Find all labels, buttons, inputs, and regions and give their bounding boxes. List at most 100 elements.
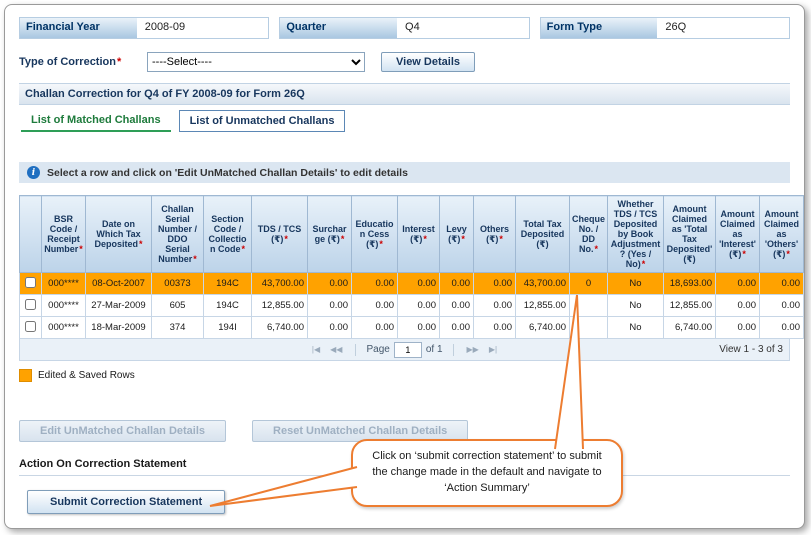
info-icon: i [27, 166, 40, 179]
column-header: Amount Claimed as 'Others' (₹)* [759, 195, 804, 273]
filters-bar: Financial Year 2008-09 Quarter Q4 Form T… [19, 17, 790, 39]
challan-cell: 0.00 [307, 272, 352, 295]
challan-cell: 0.00 [715, 294, 760, 317]
challan-cell [569, 316, 608, 339]
edited-row-color-swatch [19, 369, 32, 382]
challan-cell: 43,700.00 [251, 272, 308, 295]
financial-year-field: Financial Year 2008-09 [19, 17, 270, 39]
column-header: Amount Claimed as 'Interest' (₹)* [715, 195, 760, 273]
challan-cell: 0.00 [439, 272, 474, 295]
challan-cell: 0.00 [473, 294, 516, 317]
info-text: Select a row and click on 'Edit UnMatche… [47, 166, 408, 179]
legend-text: Edited & Saved Rows [38, 370, 135, 381]
edit-unmatched-challan-button[interactable]: Edit UnMatched Challan Details [19, 420, 227, 442]
type-of-correction-text: Type of Correction [19, 56, 116, 68]
challan-cell: 0.00 [397, 294, 440, 317]
type-of-correction-select[interactable]: ----Select---- [147, 52, 365, 72]
challan-cell: No [607, 272, 664, 295]
challan-tabs: List of Matched Challans List of Unmatch… [19, 108, 790, 132]
challan-cell: 0.00 [759, 316, 804, 339]
type-of-correction-label: Type of Correction* [19, 56, 137, 68]
challan-cell: 0.00 [397, 316, 440, 339]
column-header: Challan Serial Number / DDO Serial Numbe… [151, 195, 204, 273]
column-header: Education Cess (₹)* [351, 195, 398, 273]
tab-matched-challans[interactable]: List of Matched Challans [21, 110, 171, 132]
challan-cell: 0.00 [715, 316, 760, 339]
pager-next-icon[interactable]: ▶▶ [464, 345, 482, 354]
pager-page-input[interactable] [393, 341, 422, 358]
challan-cell: 08-Oct-2007 [85, 272, 152, 295]
challan-row[interactable]: 000**** 08-Oct-2007 00373 194C 43,700.00 0.00… [19, 272, 804, 295]
challan-cell: 18,693.00 [663, 272, 716, 295]
challan-correction-page: Financial Year 2008-09 Quarter Q4 Form T… [4, 4, 805, 529]
challan-row[interactable]: 000**** 18-Mar-2009 374 194I 6,740.00 0.00 0.0… [19, 316, 804, 339]
challan-cell: 18-Mar-2009 [85, 316, 152, 339]
challan-cell: 6,740.00 [251, 316, 308, 339]
column-header: BSR Code / Receipt Number* [41, 195, 86, 273]
pager-prev-icon[interactable]: ◀◀ [327, 345, 345, 354]
callout-bubble: Click on ‘submit correction statement’ t… [351, 439, 623, 507]
submit-correction-statement-button[interactable]: Submit Correction Statement [27, 490, 226, 514]
view-details-button[interactable]: View Details [381, 52, 475, 72]
row-select-cell [19, 272, 42, 295]
challan-cell: 000**** [41, 294, 86, 317]
pager-last-icon[interactable]: ▶| [486, 345, 500, 354]
challan-cell: 00373 [151, 272, 204, 295]
pager-of-label: of 1 [425, 344, 443, 355]
tab-unmatched-challans[interactable]: List of Unmatched Challans [178, 110, 346, 132]
pager-separator [355, 343, 357, 356]
pager-separator [452, 343, 454, 356]
challan-cell: 0.00 [715, 272, 760, 295]
challan-cell: No [607, 294, 664, 317]
challan-row[interactable]: 000**** 27-Mar-2009 605 194C 12,855.00 0.00 0.… [19, 294, 804, 317]
challan-cell: 0.00 [351, 316, 398, 339]
challan-cell: 0.00 [759, 294, 804, 317]
column-header: Total Tax Deposited (₹) [515, 195, 570, 273]
challan-cell: 0.00 [351, 294, 398, 317]
row-checkbox[interactable] [25, 298, 36, 310]
edited-rows-legend: Edited & Saved Rows [19, 369, 790, 382]
row-select-cell [19, 316, 42, 339]
column-header: Others (₹)* [473, 195, 516, 273]
select-column-header [19, 195, 42, 273]
unmatched-challans-table: BSR Code / Receipt Number* Date on Which … [19, 195, 804, 339]
pager-view-count: View 1 - 3 of 3 [719, 344, 783, 355]
financial-year-value: 2008-09 [136, 18, 269, 38]
pager-page-label: Page [366, 344, 390, 355]
challan-cell: 374 [151, 316, 204, 339]
column-header: Whether TDS / TCS Deposited by Book Adju… [607, 195, 664, 273]
column-header: Interest (₹)* [397, 195, 440, 273]
column-header: Date on Which Tax Deposited* [85, 195, 152, 273]
challan-cell: 0.00 [759, 272, 804, 295]
challan-cell: 0.00 [473, 272, 516, 295]
challan-cell: 0 [569, 272, 608, 295]
form-type-field: Form Type 26Q [539, 17, 790, 39]
challan-cell: 12,855.00 [251, 294, 308, 317]
challan-cell: 0.00 [397, 272, 440, 295]
quarter-value: Q4 [397, 18, 529, 38]
table-body: 000**** 08-Oct-2007 00373 194C 43,700.00 0.00… [19, 272, 804, 339]
challan-cell: 0.00 [351, 272, 398, 295]
column-header: Surcharge (₹)* [307, 195, 352, 273]
column-header: Levy (₹)* [439, 195, 474, 273]
form-type-label: Form Type [540, 18, 658, 38]
info-bar: i Select a row and click on 'Edit UnMatc… [19, 162, 790, 183]
row-checkbox[interactable] [25, 320, 36, 332]
challan-cell: 43,700.00 [515, 272, 570, 295]
row-select-cell [19, 294, 42, 317]
challan-cell: 0.00 [473, 316, 516, 339]
challan-cell: 000**** [41, 316, 86, 339]
pager-first-icon[interactable]: |◀ [309, 345, 323, 354]
row-checkbox[interactable] [25, 276, 36, 288]
form-type-value: 26Q [657, 18, 789, 38]
column-header: Cheque No. / DD No.* [569, 195, 608, 273]
challan-cell: 0.00 [439, 294, 474, 317]
table-header-row: BSR Code / Receipt Number* Date on Which … [19, 195, 804, 273]
table-pager: |◀ ◀◀ Page of 1 ▶▶ ▶| View 1 - 3 of 3 [19, 339, 790, 361]
challan-cell: 194I [203, 316, 252, 339]
column-header: Amount Claimed as 'Total Tax Deposited' … [663, 195, 716, 273]
column-header: TDS / TCS (₹)* [251, 195, 308, 273]
financial-year-label: Financial Year [20, 18, 137, 38]
challan-cell: 6,740.00 [663, 316, 716, 339]
type-of-correction-row: Type of Correction* ----Select---- View … [19, 51, 790, 73]
